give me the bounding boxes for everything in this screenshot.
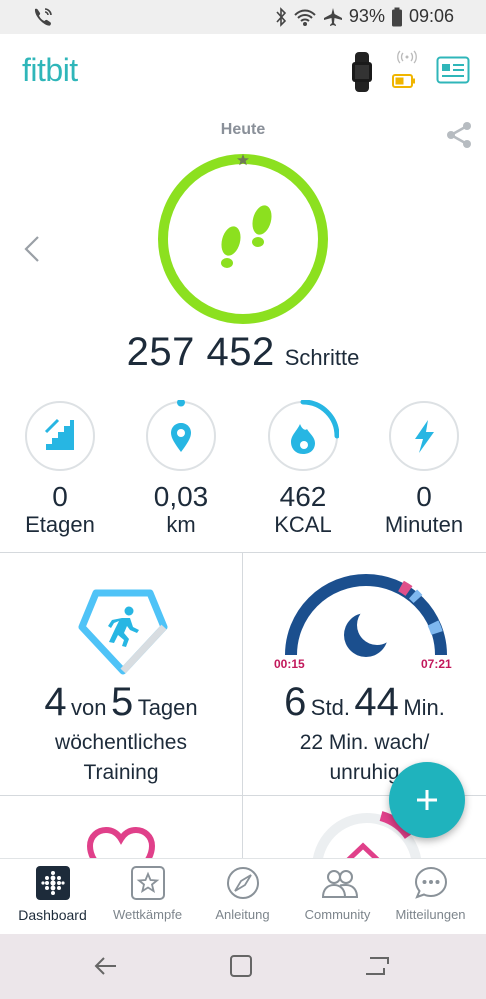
nav-dashboard-label: Dashboard <box>18 907 87 923</box>
floors-value: 0 <box>52 481 68 512</box>
app-header: fitbit <box>0 34 486 106</box>
active-minutes-unit: Minuten <box>384 512 464 537</box>
steps-value: 257 452 <box>126 330 275 374</box>
battery-icon <box>391 7 403 27</box>
battery-percent: 93% <box>348 6 385 26</box>
nav-dashboard[interactable]: Dashboard <box>4 865 101 923</box>
system-navigation-bar <box>0 934 486 999</box>
add-entry-button[interactable] <box>389 762 465 838</box>
clock-time: 09:06 <box>408 6 454 26</box>
dashboard-icon <box>35 865 71 901</box>
sleep-arc-graph <box>281 565 451 670</box>
exercise-days-goal: 5 <box>110 680 134 724</box>
status-bar: 93% 09:06 <box>0 0 486 34</box>
sync-signal-icon <box>397 50 417 69</box>
nav-guidance-label: Anleitung <box>215 907 270 922</box>
profile-card-icon[interactable] <box>436 56 470 89</box>
nav-messages[interactable]: Mitteilungen <box>382 865 479 922</box>
nav-challenges-label: Wettkämpfe <box>112 907 183 922</box>
exercise-line1: wöchentliches <box>55 731 187 754</box>
location-pin-icon <box>171 423 191 452</box>
active-minutes-value: 0 <box>416 481 432 512</box>
moon-icon <box>344 605 397 657</box>
bottom-navigation: Dashboard Wettkämpfe Anleitung Community… <box>0 858 486 935</box>
airplane-mode-icon <box>323 7 343 27</box>
nav-community[interactable]: Community <box>289 865 386 922</box>
steps-count[interactable]: 257 452 Schritte <box>0 330 486 375</box>
back-arrow-icon[interactable] <box>92 954 118 983</box>
sleep-end-time: 07:21 <box>421 657 452 671</box>
today-label: Heute <box>220 121 266 138</box>
stat-distance[interactable]: 0,03 km <box>126 398 236 538</box>
distance-value: 0,03 <box>153 481 209 512</box>
flame-icon <box>291 424 315 454</box>
previous-day-arrow-icon[interactable] <box>22 234 42 269</box>
heart-rate-tile[interactable] <box>0 795 243 859</box>
exercise-unit: Tagen <box>137 695 198 720</box>
lightning-icon <box>415 420 434 453</box>
community-icon <box>320 865 358 901</box>
exercise-days-done: 4 <box>44 680 67 724</box>
sleep-tile[interactable]: 00:15 07:21 6 Std. 44 Min. 22 Min. wach/… <box>243 552 486 796</box>
exercise-shield-icon <box>78 589 168 680</box>
running-person-icon <box>108 606 139 647</box>
wifi-call-icon <box>32 7 54 32</box>
exercise-von: von <box>71 695 107 720</box>
wifi-icon <box>293 7 317 27</box>
messages-icon <box>413 865 449 901</box>
home-button-icon[interactable] <box>229 954 253 983</box>
sleep-minutes-unit: Min. <box>403 695 445 720</box>
fitbit-logo: fitbit <box>22 52 78 88</box>
exercise-line2: Training <box>83 761 159 784</box>
floors-unit: Etagen <box>25 512 95 537</box>
tracker-device-icon[interactable] <box>348 52 376 97</box>
calories-unit: KCAL <box>274 512 332 537</box>
compass-icon <box>225 865 261 901</box>
share-icon[interactable] <box>444 120 474 155</box>
stat-calories[interactable]: 462 KCAL <box>248 399 358 538</box>
sleep-hours-unit: Std. <box>310 695 350 720</box>
calories-value: 462 <box>279 481 327 512</box>
stat-floors[interactable]: 0 Etagen <box>5 400 115 538</box>
heart-icon <box>86 826 156 859</box>
plus-icon <box>417 790 437 810</box>
distance-unit: km <box>166 512 196 537</box>
recent-apps-icon[interactable] <box>364 954 390 983</box>
sleep-hours: 6 <box>284 680 307 724</box>
stairs-icon <box>44 418 74 450</box>
exercise-tile[interactable]: 4 von 5 Tagen wöchentliches Training <box>0 552 243 796</box>
steps-goal-ring[interactable] <box>155 151 331 332</box>
steps-unit: Schritte <box>284 345 360 370</box>
nav-community-label: Community <box>304 907 371 922</box>
sleep-line1: 22 Min. wach/ <box>299 731 430 754</box>
sleep-minutes: 44 <box>354 680 399 724</box>
sleep-start-time: 00:15 <box>274 657 305 671</box>
tracker-battery-icon <box>392 74 416 93</box>
stat-active-minutes[interactable]: 0 Minuten <box>369 400 479 538</box>
challenges-star-icon <box>130 865 166 901</box>
bluetooth-icon <box>275 6 287 27</box>
nav-messages-label: Mitteilungen <box>395 907 466 922</box>
nav-guidance[interactable]: Anleitung <box>194 865 291 922</box>
nav-challenges[interactable]: Wettkämpfe <box>99 865 196 922</box>
